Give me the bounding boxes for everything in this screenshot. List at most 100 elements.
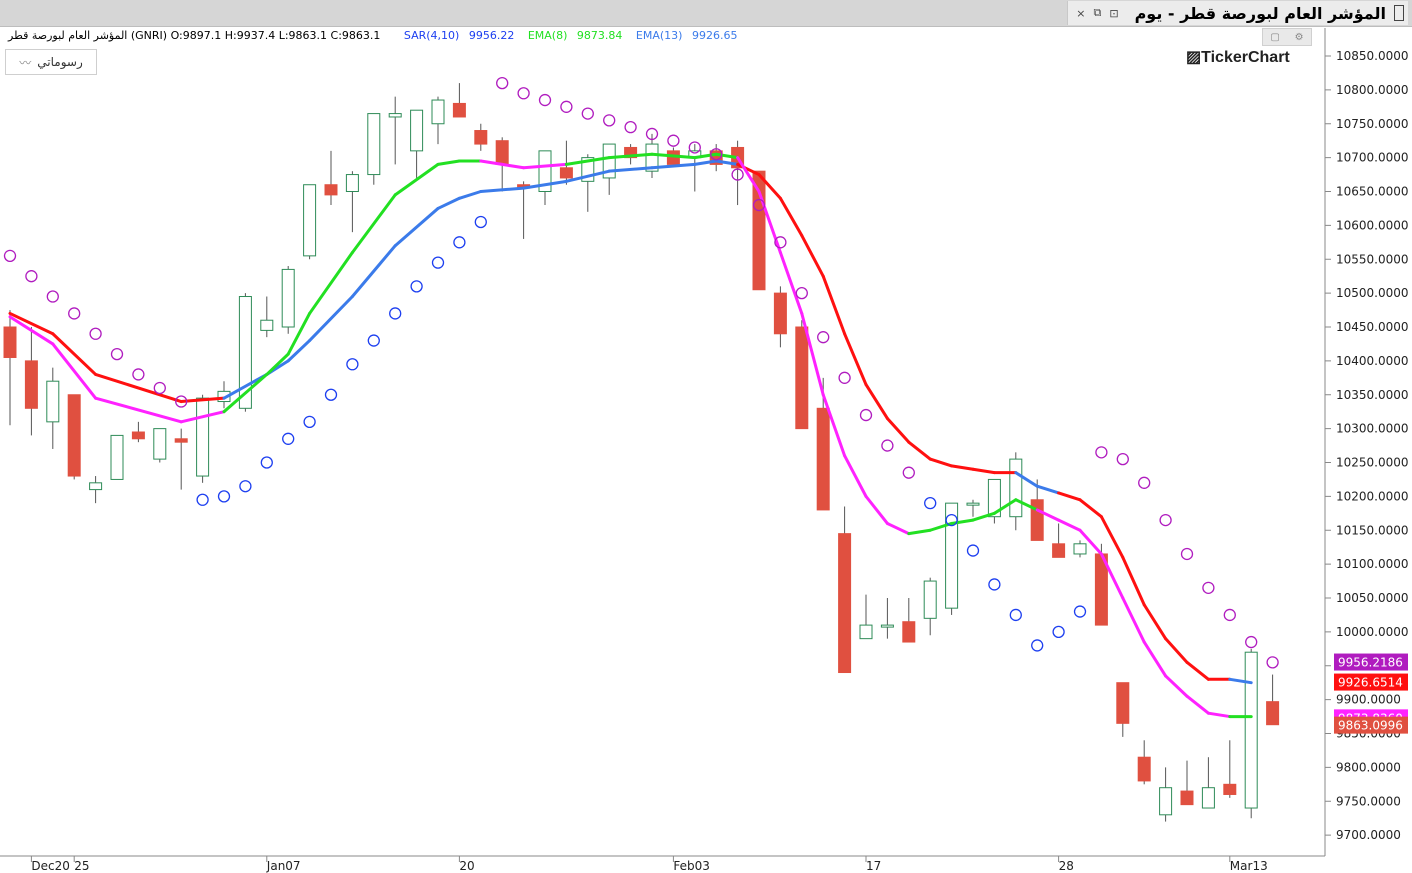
- sar-dot: [132, 368, 145, 381]
- ema8-segment: [1121, 596, 1146, 644]
- ema13-segment: [843, 332, 868, 387]
- sar-dot: [217, 490, 231, 503]
- candle-body: [452, 102, 466, 118]
- sar-dot: [795, 286, 808, 300]
- candle-body: [281, 268, 295, 328]
- candle-body: [110, 434, 124, 480]
- sar-dot: [260, 456, 273, 469]
- sar-dot: [517, 87, 530, 100]
- ema13-segment: [864, 383, 889, 420]
- sar-dot: [1245, 635, 1258, 649]
- y-tick-label: 10700.0000: [1336, 151, 1409, 165]
- sar-dot: [581, 107, 594, 120]
- sar-dot: [838, 371, 851, 384]
- candle-body: [431, 99, 445, 125]
- sar-dot: [474, 215, 487, 229]
- candle-body: [923, 580, 937, 619]
- x-tick-label: 25: [74, 859, 89, 873]
- candle-body: [324, 184, 338, 196]
- y-tick-label: 10450.0000: [1336, 320, 1409, 334]
- ema13-segment: [436, 196, 461, 210]
- ema13-segment: [94, 372, 183, 404]
- candle-body: [559, 167, 573, 179]
- y-tick-label: 10350.0000: [1336, 388, 1409, 402]
- candle-body: [495, 140, 509, 165]
- candle-body: [945, 502, 959, 609]
- sar-dot: [153, 381, 166, 395]
- x-tick-label: 28: [1059, 859, 1074, 873]
- y-tick-label: 10100.0000: [1336, 557, 1409, 571]
- sar-dot: [346, 358, 359, 371]
- ema8-segment: [1164, 674, 1189, 698]
- candle-body: [1030, 499, 1044, 541]
- sar-dot: [966, 544, 980, 557]
- candle-body: [1073, 543, 1087, 555]
- candle-body: [3, 326, 17, 358]
- ema13-segment: [778, 196, 804, 238]
- ema8-segment: [1206, 711, 1232, 719]
- y-tick-label: 10850.0000: [1336, 49, 1409, 63]
- ema13-segment: [821, 274, 847, 336]
- sar-dot: [496, 76, 509, 90]
- sar-dot: [603, 114, 616, 127]
- x-tick-label: Dec20: [31, 859, 70, 873]
- sar-dot: [624, 120, 637, 134]
- ema13-segment: [928, 457, 954, 468]
- candle-body: [174, 438, 188, 443]
- ema13-segment: [393, 206, 440, 248]
- sar-dot: [1180, 547, 1194, 561]
- price-chart[interactable]: 10850.0000 10800.0000 10750.0000 10700.0000…: [0, 0, 1412, 873]
- sar-dot: [410, 280, 423, 293]
- ema13-segment: [950, 464, 975, 471]
- sar-dot: [324, 388, 338, 401]
- ema13-segment: [885, 416, 911, 444]
- candle-body: [89, 482, 103, 491]
- candle-body: [1201, 787, 1215, 809]
- sar-dot: [282, 432, 295, 445]
- candle-body: [1159, 787, 1173, 816]
- sar-dot: [196, 493, 209, 506]
- candle-body: [816, 407, 830, 511]
- y-tick-label: 10550.0000: [1336, 252, 1409, 266]
- ema8-segment: [1142, 640, 1168, 678]
- candle-body: [388, 113, 402, 118]
- candle-body: [1244, 651, 1258, 809]
- candle-body: [795, 326, 809, 430]
- sar-dot: [1052, 625, 1065, 639]
- y-tick-label: 10500.0000: [1336, 286, 1409, 300]
- candle-body: [1266, 701, 1280, 726]
- y-tick-label: 9750.0000: [1336, 794, 1401, 808]
- candle-body: [966, 502, 980, 506]
- y-tick-label: 10250.0000: [1336, 456, 1409, 470]
- ema8-segment: [94, 396, 183, 424]
- ema13-segment: [907, 440, 932, 461]
- ema8-segment: [885, 521, 911, 536]
- candle-body: [902, 621, 916, 643]
- sar-dot: [1223, 608, 1236, 622]
- candle-body: [1009, 458, 1023, 518]
- candle-body: [1180, 790, 1194, 806]
- candle-body: [345, 174, 359, 192]
- ema8-segment: [436, 159, 461, 166]
- sar-dot: [1031, 639, 1044, 652]
- y-tick-label: 10300.0000: [1336, 422, 1409, 436]
- y-tick-label: 10650.0000: [1336, 185, 1409, 199]
- ema13-segment: [1057, 491, 1082, 502]
- sar-dot: [988, 578, 1001, 591]
- sar-dot: [389, 307, 402, 320]
- sar-dot: [1159, 513, 1172, 527]
- sar-dot: [538, 93, 552, 107]
- sar-dot: [3, 249, 17, 263]
- sar-dot: [431, 256, 445, 269]
- y-tick-label: 10050.0000: [1336, 591, 1409, 605]
- candle-body: [1137, 756, 1151, 782]
- sar-dot: [924, 496, 937, 510]
- y-tick-label: 9800.0000: [1336, 760, 1401, 774]
- ema13-segment: [971, 467, 996, 475]
- ema8-segment: [500, 162, 526, 170]
- y-tick-label: 10800.0000: [1336, 83, 1409, 97]
- ema8-segment: [1057, 518, 1082, 532]
- price-tag-label: 9956.2186: [1338, 656, 1403, 670]
- candle-body: [196, 397, 210, 477]
- ema13-segment: [1164, 637, 1189, 664]
